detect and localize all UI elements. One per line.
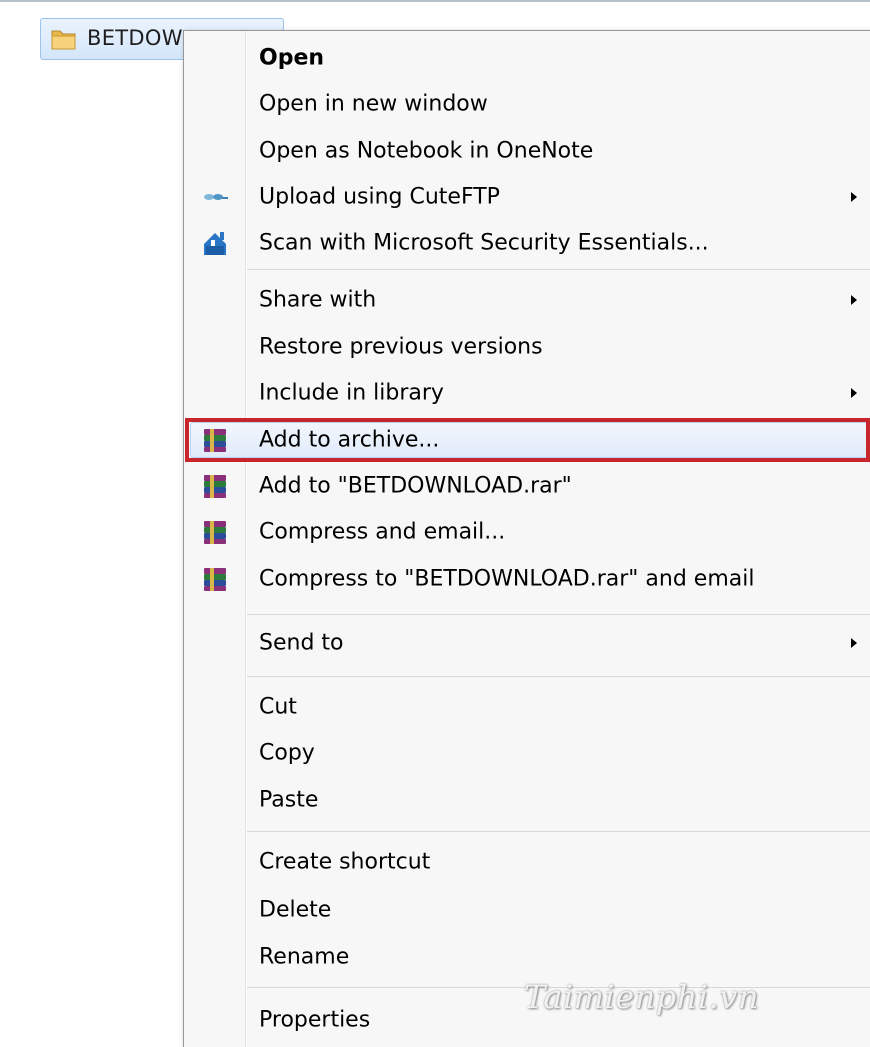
menu-item-add-to-rar[interactable]: Add to "BETDOWNLOAD.rar" xyxy=(184,463,870,509)
menu-separator xyxy=(247,614,870,615)
menu-item-scan-security-essentials[interactable]: Scan with Microsoft Security Essentials.… xyxy=(184,220,870,266)
menu-item-include-in-library[interactable]: Include in library xyxy=(184,370,870,416)
submenu-arrow-icon xyxy=(851,638,857,648)
menu-separator xyxy=(247,676,870,677)
menu-item-label: Open as Notebook in OneNote xyxy=(259,138,594,164)
window-top-border xyxy=(0,0,870,2)
menu-item-label: Paste xyxy=(259,787,319,813)
folder-name: BETDOW xyxy=(87,26,183,50)
menu-item-label: Delete xyxy=(259,897,332,923)
menu-item-label: Send to xyxy=(259,630,344,656)
menu-item-compress-and-email[interactable]: Compress and email... xyxy=(184,509,870,555)
folder-icon xyxy=(51,30,76,50)
cuteftp-icon xyxy=(204,194,228,200)
menu-separator xyxy=(247,831,870,832)
winrar-icon xyxy=(204,568,226,591)
menu-item-send-to[interactable]: Send to xyxy=(184,620,870,666)
menu-item-label: Upload using CuteFTP xyxy=(259,184,500,210)
watermark-text: Taimienphi.vn xyxy=(524,978,759,1016)
menu-item-delete[interactable]: Delete xyxy=(184,887,870,933)
highlight-annotation-box xyxy=(185,418,870,462)
submenu-arrow-icon xyxy=(851,295,857,305)
submenu-arrow-icon xyxy=(851,388,857,398)
menu-item-label: Open xyxy=(259,45,325,71)
menu-item-open[interactable]: Open xyxy=(184,35,870,81)
submenu-arrow-icon xyxy=(851,192,857,202)
menu-item-label: Cut xyxy=(259,694,297,720)
menu-item-label: Create shortcut xyxy=(259,849,431,875)
menu-item-label: Include in library xyxy=(259,380,444,406)
menu-item-label: Add to "BETDOWNLOAD.rar" xyxy=(259,473,572,499)
menu-item-label: Properties xyxy=(259,1007,371,1033)
menu-item-open-onenote[interactable]: Open as Notebook in OneNote xyxy=(184,128,870,174)
winrar-icon xyxy=(204,521,226,544)
menu-item-create-shortcut[interactable]: Create shortcut xyxy=(184,839,870,885)
menu-item-label: Compress to "BETDOWNLOAD.rar" and email xyxy=(259,566,755,592)
menu-item-rename[interactable]: Rename xyxy=(184,934,870,980)
winrar-icon xyxy=(204,475,226,498)
menu-item-cut[interactable]: Cut xyxy=(184,684,870,730)
menu-item-label: Restore previous versions xyxy=(259,334,543,360)
menu-item-label: Open in new window xyxy=(259,91,488,117)
menu-separator xyxy=(247,269,870,270)
menu-item-label: Scan with Microsoft Security Essentials.… xyxy=(259,230,709,256)
menu-item-restore-previous-versions[interactable]: Restore previous versions xyxy=(184,324,870,370)
menu-item-label: Rename xyxy=(259,944,350,970)
menu-item-label: Share with xyxy=(259,287,377,313)
menu-item-paste[interactable]: Paste xyxy=(184,777,870,823)
menu-item-upload-cuteftp[interactable]: Upload using CuteFTP xyxy=(184,174,870,220)
menu-item-label: Copy xyxy=(259,740,315,766)
security-essentials-icon xyxy=(204,232,226,255)
menu-item-compress-rar-and-email[interactable]: Compress to "BETDOWNLOAD.rar" and email xyxy=(184,556,870,602)
menu-item-share-with[interactable]: Share with xyxy=(184,277,870,323)
menu-item-copy[interactable]: Copy xyxy=(184,730,870,776)
menu-item-label: Compress and email... xyxy=(259,519,506,545)
context-menu: Open Open in new window Open as Notebook… xyxy=(183,30,870,1047)
menu-item-open-new-window[interactable]: Open in new window xyxy=(184,81,870,127)
